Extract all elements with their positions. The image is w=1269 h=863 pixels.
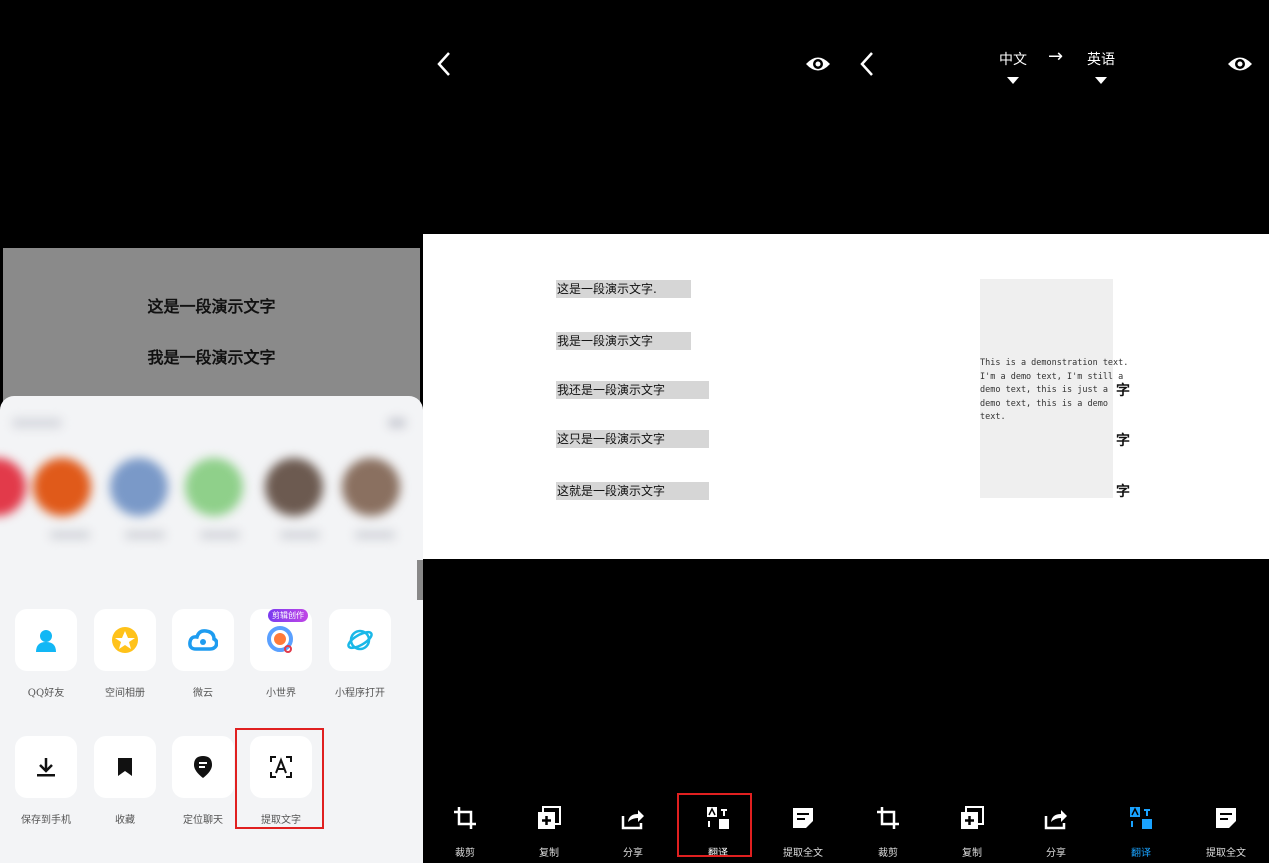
document-icon — [793, 808, 813, 828]
share-icon — [621, 810, 644, 830]
download-icon — [37, 758, 55, 777]
action-label: 保存到手机 — [21, 815, 71, 826]
ocr-result-panel: 这是一段演示文字. 我是一段演示文字 我还是一段演示文字 这只是一段演示文字 这… — [423, 0, 846, 863]
avatar[interactable] — [342, 458, 400, 516]
creation-badge: 剪辑创作 — [268, 609, 308, 622]
source-language-select[interactable]: 中文 — [998, 49, 1028, 88]
ocr-line[interactable]: 我还是一段演示文字 — [556, 381, 709, 399]
eye-icon[interactable] — [1227, 53, 1253, 75]
tool-label: 复制 — [962, 848, 982, 859]
app-label: 空间相册 — [105, 688, 145, 699]
avatar[interactable] — [110, 458, 168, 516]
translation-overlay[interactable]: This is a demonstration text. I'm a demo… — [980, 279, 1128, 498]
recent-contacts-blurred — [0, 396, 423, 600]
cloud-icon — [188, 629, 218, 651]
ocr-line[interactable]: 这就是一段演示文字 — [556, 482, 709, 500]
location-pin-icon — [194, 756, 212, 778]
qq-friend-button[interactable] — [15, 609, 77, 671]
crop-icon — [454, 807, 476, 829]
tool-label: 裁剪 — [455, 848, 475, 859]
caret-down-icon — [1007, 77, 1019, 84]
direction-arrow: → — [1048, 46, 1064, 67]
copy-button[interactable]: 复制 — [514, 806, 584, 859]
tool-label: 提取全文 — [1206, 848, 1246, 859]
action-label: 定位聊天 — [183, 815, 223, 826]
action-label: 收藏 — [115, 815, 135, 826]
photo-album-icon — [112, 627, 138, 653]
copy-icon — [538, 806, 561, 829]
extract-text-highlight — [235, 728, 324, 829]
copy-icon — [961, 806, 984, 829]
tool-label: 裁剪 — [878, 848, 898, 859]
target-language: 英语 — [1087, 52, 1115, 68]
preview-line-2: 我是一段演示文字 — [147, 348, 276, 367]
eye-icon[interactable] — [805, 53, 831, 75]
app-label: 小世界 — [266, 688, 296, 699]
copy-button[interactable]: 复制 — [937, 806, 1007, 859]
crop-icon — [877, 807, 899, 829]
locate-chat-button[interactable] — [172, 736, 234, 798]
back-chevron-icon[interactable] — [435, 50, 453, 78]
back-chevron-icon[interactable] — [858, 50, 876, 78]
preview-line-1: 这是一段演示文字 — [147, 297, 276, 316]
avatar[interactable] — [185, 458, 243, 516]
trailing-char: 字 — [1116, 433, 1130, 449]
ocr-line[interactable]: 我是一段演示文字 — [556, 332, 691, 350]
trailing-char: 字 — [1116, 484, 1130, 500]
translation-text: This is a demonstration text. I'm a demo… — [980, 358, 1129, 423]
share-panel: 这是一段演示文字 我是一段演示文字 剪辑创作 QQ好友 空间相册 微云 小世界 … — [0, 0, 423, 863]
save-to-phone-button[interactable] — [15, 736, 77, 798]
weiyun-button[interactable] — [172, 609, 234, 671]
target-language-select[interactable]: 英语 — [1086, 49, 1116, 88]
extract-full-text-button[interactable]: 提取全文 — [768, 806, 838, 859]
share-button[interactable]: 分享 — [598, 806, 668, 859]
tool-label: 分享 — [623, 848, 643, 859]
app-label: 微云 — [193, 688, 213, 699]
share-icon — [1044, 810, 1067, 830]
ocr-line[interactable]: 这只是一段演示文字 — [556, 430, 709, 448]
image-canvas: 这是一段演示文字. 我是一段演示文字 我还是一段演示文字 这只是一段演示文字 这… — [423, 234, 846, 559]
tool-label: 提取全文 — [783, 848, 823, 859]
translate-icon — [1130, 807, 1152, 829]
ocr-line[interactable]: 这是一段演示文字. — [556, 280, 691, 298]
favorite-button[interactable] — [94, 736, 156, 798]
small-world-icon — [267, 626, 293, 653]
caret-down-icon — [1095, 77, 1107, 84]
avatar[interactable] — [265, 458, 323, 516]
qzone-album-button[interactable] — [94, 609, 156, 671]
tool-label: 分享 — [1046, 848, 1066, 859]
translation-panel: 中文 → 英语 This is a demonstration text. I'… — [846, 0, 1269, 863]
tool-label: 复制 — [539, 848, 559, 859]
bookmark-icon — [118, 758, 132, 776]
mini-program-icon — [347, 629, 373, 651]
source-language: 中文 — [999, 52, 1027, 68]
share-sheet: 剪辑创作 QQ好友 空间相册 微云 小世界 小程序打开 保存到手机 收藏 定位聊… — [0, 396, 423, 863]
trailing-char: 字 — [1116, 383, 1130, 399]
extract-full-text-button[interactable]: 提取全文 — [1191, 806, 1261, 859]
mini-program-button[interactable] — [329, 609, 391, 671]
person-icon — [36, 630, 56, 652]
avatar[interactable] — [33, 458, 91, 516]
app-label: QQ好友 — [27, 688, 65, 699]
crop-button[interactable]: 裁剪 — [430, 806, 500, 859]
translate-button-active[interactable]: 翻译 — [1106, 806, 1176, 859]
document-icon — [1216, 808, 1236, 828]
app-label: 小程序打开 — [335, 688, 385, 699]
image-preview: 这是一段演示文字 我是一段演示文字 — [3, 248, 420, 408]
avatar[interactable] — [0, 458, 26, 516]
translate-highlight — [677, 793, 752, 857]
crop-button[interactable]: 裁剪 — [853, 806, 923, 859]
share-button[interactable]: 分享 — [1021, 806, 1091, 859]
tool-label: 翻译 — [1131, 848, 1151, 859]
